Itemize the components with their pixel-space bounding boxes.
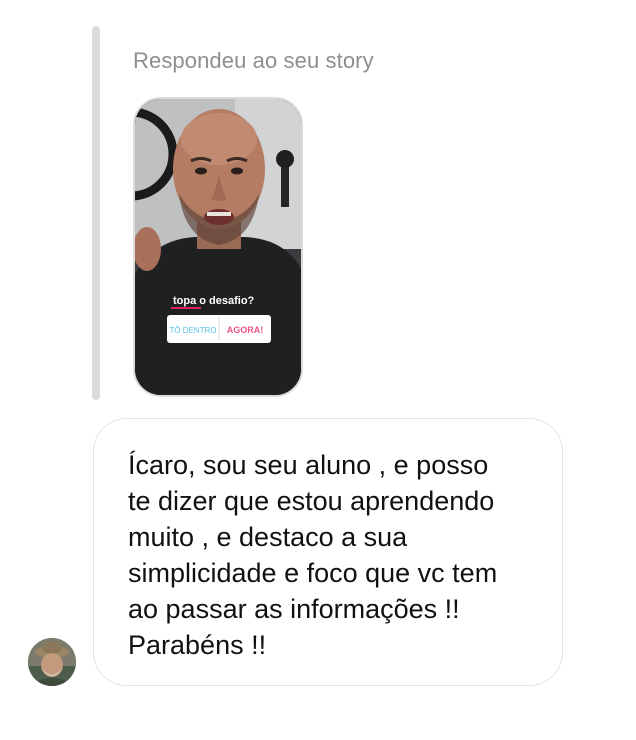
story-image: topa o desafio? TÔ DENTRO AGORA! xyxy=(135,99,301,395)
story-poll-option-left: TÔ DENTRO xyxy=(169,326,216,335)
message-bubble[interactable]: Ícaro, sou seu aluno , e posso te dizer … xyxy=(93,418,563,686)
story-poll-option-right: AGORA! xyxy=(227,325,264,335)
message-line: simplicidade e foco que vc tem xyxy=(128,558,498,588)
reply-caption: Respondeu ao seu story xyxy=(133,48,374,73)
dm-thread: Respondeu ao seu story topa o desafio? T… xyxy=(0,0,636,740)
message-line: Parabéns !! xyxy=(128,630,267,660)
reply-quote-bar xyxy=(92,26,100,400)
message-line: te dizer que estou aprendendo xyxy=(128,486,495,516)
message-text: Ícaro, sou seu aluno , e posso te dizer … xyxy=(128,447,548,663)
user-avatar-icon xyxy=(28,638,76,686)
message-line: Ícaro, sou seu aluno , e posso xyxy=(128,450,489,480)
sender-avatar[interactable] xyxy=(28,638,76,686)
story-sticker-question: topa o desafio? xyxy=(173,295,255,307)
message-line: ao passar as informações !! xyxy=(128,594,460,624)
message-line: muito , e destaco a sua xyxy=(128,522,408,552)
story-thumbnail[interactable]: topa o desafio? TÔ DENTRO AGORA! xyxy=(133,97,303,397)
